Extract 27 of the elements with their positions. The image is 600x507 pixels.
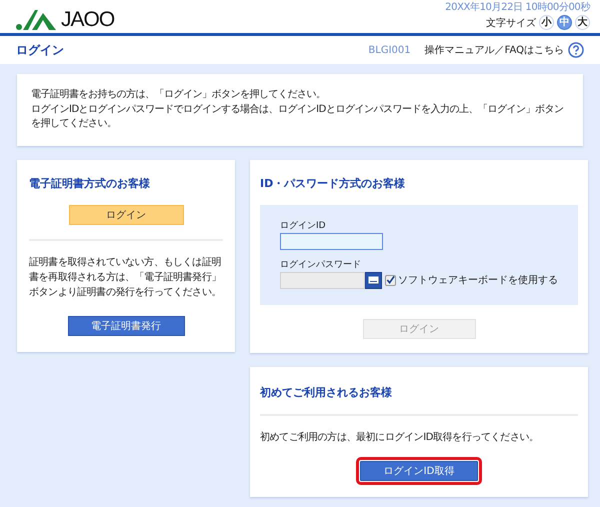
panel-title: ID・パスワード方式のお客様 xyxy=(260,176,406,190)
font-size-button[interactable]: 小 xyxy=(539,15,554,30)
first-time-description: 初めてご利用の方は、最初にログインID取得を行ってください。 xyxy=(260,430,540,444)
notice-text: 電子証明書をお持ちの方は、「ログイン」ボタンを押してください。 xyxy=(31,88,326,102)
logo-text: JAOO xyxy=(61,9,114,30)
font-size-label: 文字サイズ xyxy=(486,16,536,30)
datetime-text: 20XX年10月22日 10時00分00秒 xyxy=(445,2,590,14)
help-link[interactable]: 操作マニュアル／FAQはこちら xyxy=(424,42,584,58)
page-title: ログイン xyxy=(16,42,65,58)
screen-id: BLGI001 xyxy=(368,44,411,56)
keyboard-icon xyxy=(368,276,379,284)
password-field[interactable] xyxy=(280,272,365,288)
field-label: ログインID xyxy=(280,220,327,232)
panel-title: 初めてご利用されるお客様 xyxy=(260,384,393,400)
panel-title: 電子証明書方式のお客様 xyxy=(29,176,151,190)
logo-icon xyxy=(16,10,58,30)
notice-text: ログインIDとログインパスワードでログインする場合は、ログインIDとログインパスワードを入力の上、「ログイン」ボタンを押してください。 xyxy=(31,102,564,131)
keyboard-button[interactable] xyxy=(365,272,382,288)
software-keyboard-checkbox[interactable]: ソフトウェアキーボードを使用する xyxy=(385,273,558,287)
checkmark-icon xyxy=(386,275,395,285)
issue-certificate-button[interactable]: 電子証明書発行 xyxy=(68,316,184,336)
login-id-field[interactable] xyxy=(280,232,383,250)
certificate-login-button[interactable]: ログイン xyxy=(68,204,184,224)
help-icon xyxy=(568,42,584,58)
certificate-description: 証明書を取得されていない方、もしくは証明書を再取得される方は、「電子証明書発行」ボタンより証明書の発行を行ってください。 xyxy=(29,256,222,300)
font-size-button[interactable]: 大 xyxy=(575,15,590,30)
field-label: ログインパスワード xyxy=(280,258,362,270)
